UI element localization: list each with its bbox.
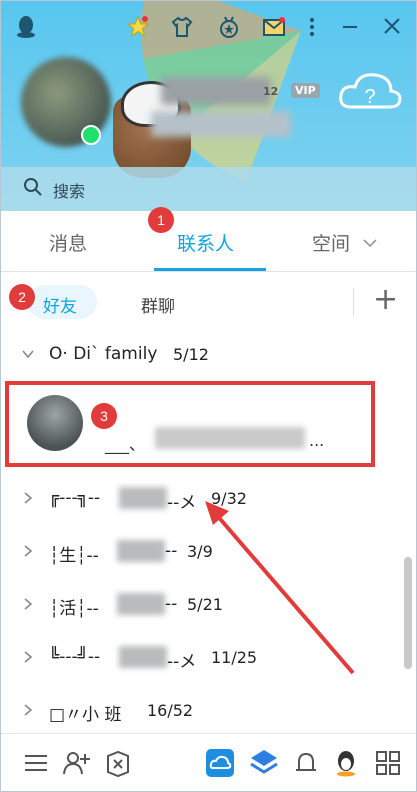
weather-cloud-icon[interactable]: ? [337,67,405,113]
scrollbar-thumb[interactable] [404,557,412,669]
online-status-icon[interactable] [81,125,101,145]
group-name: ╚---╝-- [49,647,101,667]
group-count: 3/9 [187,542,213,561]
main-menu-icon[interactable] [21,748,51,778]
group-count: 9/32 [211,489,247,508]
add-contact-button[interactable]: + [373,282,398,318]
shirt-icon[interactable] [169,15,195,41]
annotation-marker-2: 2 [9,284,35,310]
friend-group[interactable]: O· Di` family 5/12 [1,329,416,383]
contact-subtabs: 好友 群聊 + 2 [1,272,416,332]
group-name-blurred [119,487,167,509]
annotation-marker-1: 1 [148,207,174,233]
friend-group[interactable]: ┆活┆-- -- 5/21 [1,579,416,633]
subtab-groups[interactable]: 群聊 [141,292,175,317]
friend-name-ellipsis: ... [309,431,325,450]
divider [353,288,354,316]
mail-icon[interactable] [261,15,287,41]
group-count: 5/21 [187,595,223,614]
app-manager-icon[interactable] [103,748,133,778]
medal-icon[interactable] [216,15,242,41]
subtab-friends[interactable]: 好友 [43,292,77,317]
tab-contacts[interactable]: 联系人 [177,229,234,256]
friend-group[interactable]: ╔---╗-- --メ 9/32 [1,473,416,527]
minimize-icon[interactable] [337,15,363,41]
friend-name-blurred [155,427,305,449]
weiyun-icon[interactable] [205,748,235,778]
group-name: O· Di` family [49,344,158,364]
friend-name: ___、 [105,435,146,454]
group-name-blurred [117,540,165,562]
grid-apps-icon[interactable] [373,748,403,778]
group-name: □〃小 班 [49,705,122,725]
tab-qzone[interactable]: 空间 [312,229,350,256]
friend-list-item[interactable]: ___、 ... 3 [5,381,375,467]
group-name-suffix: -- [165,541,178,561]
group-name-suffix: --メ [167,493,197,513]
star-level-icon[interactable] [125,15,151,41]
chevron-right-icon [24,545,33,557]
group-name: ╔---╗-- [49,488,101,508]
friend-group[interactable]: ╚---╝-- --メ 11/25 [1,632,416,686]
add-friend-icon[interactable] [61,748,91,778]
friend-group[interactable]: □〃小 班 16/52 [1,685,416,739]
chevron-right-icon [24,651,33,663]
vip-badge[interactable]: VIP [291,83,320,98]
main-tabs: 消息 联系人 空间 1 [1,207,416,272]
search-bar[interactable]: 搜索 [1,167,416,211]
signature-blurred[interactable] [151,111,291,137]
chevron-right-icon [24,598,33,610]
search-placeholder[interactable]: 搜索 [53,178,85,202]
qq-logo-icon[interactable] [13,15,39,41]
level-badge: 12 [263,85,279,98]
nickname-blurred[interactable] [161,77,271,105]
group-count: 11/25 [211,648,258,667]
group-name-suffix: -- [165,594,178,614]
friend-group[interactable]: ┆生┆-- -- 3/9 [1,526,416,580]
svg-text:?: ? [364,86,375,108]
tab-messages[interactable]: 消息 [49,229,87,256]
notification-bell-icon[interactable] [291,748,321,778]
chevron-down-icon [22,350,34,359]
chevron-right-icon [24,704,33,716]
annotation-marker-3: 3 [91,403,117,429]
chevron-down-icon[interactable] [363,238,377,248]
tencent-docs-icon[interactable] [249,748,279,778]
friend-avatar[interactable] [27,395,83,451]
close-icon[interactable] [379,15,405,41]
search-icon [24,178,42,196]
group-name-blurred [119,646,167,668]
chevron-right-icon [24,492,33,504]
group-count: 16/52 [147,701,194,720]
group-name: ┆生┆-- [49,546,99,566]
group-name: ┆活┆-- [49,599,99,619]
more-icon[interactable] [299,15,325,41]
bottom-toolbar [1,733,416,791]
qq-penguin-icon[interactable] [331,748,361,778]
group-name-suffix: --メ [167,652,197,672]
active-tab-indicator [154,268,266,271]
profile-header: 12 VIP ? 搜索 [1,1,416,211]
qq-main-window: 12 VIP ? 搜索 消息 联系人 空间 1 好友 群聊 + 2 O· Di`… [0,0,417,792]
group-count: 5/12 [173,345,209,364]
group-name-blurred [117,593,165,615]
